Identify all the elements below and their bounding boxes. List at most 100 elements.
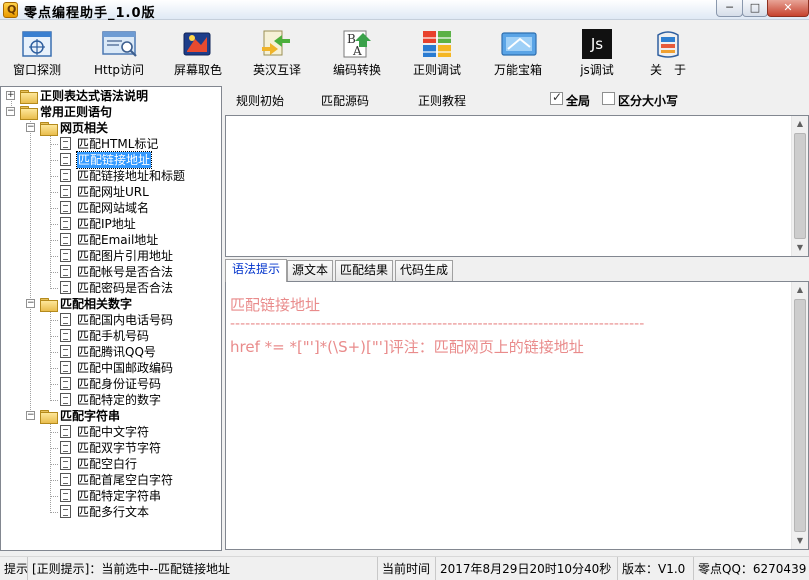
tree-group-strings[interactable]: − 匹配字符串	[25, 408, 221, 424]
tree-item-selected[interactable]: 匹配链接地址	[45, 151, 221, 169]
tree-item-label: 匹配密码是否合法	[77, 281, 174, 295]
tree-line	[50, 384, 58, 385]
document-icon	[60, 233, 71, 246]
tree-root-syntax[interactable]: + 正则表达式语法说明	[5, 88, 221, 104]
about-button[interactable]: 关 于	[640, 27, 696, 77]
document-icon	[60, 441, 71, 454]
tab-code-gen[interactable]: 代码生成	[395, 260, 453, 281]
tree-item[interactable]: 匹配腾讯QQ号	[45, 344, 221, 360]
tree-label: 匹配相关数字	[60, 297, 133, 311]
regex-input[interactable]: ▲ ▼	[225, 115, 809, 257]
collapse-toggle-icon[interactable]: −	[26, 411, 35, 420]
match-source-link[interactable]: 匹配源码	[321, 92, 369, 109]
maximize-button[interactable]: □	[742, 0, 768, 17]
tool-label: js调试	[580, 63, 614, 77]
http-access-button[interactable]: Http访问	[88, 27, 150, 77]
tree-item[interactable]: 匹配中国邮政编码	[45, 360, 221, 376]
tree-item-label: 匹配特定的数字	[77, 393, 162, 407]
output-scrollbar[interactable]: ▲ ▼	[791, 282, 808, 549]
scroll-up-icon[interactable]: ▲	[792, 116, 808, 132]
collapse-toggle-icon[interactable]: −	[26, 123, 35, 132]
tree-label: 匹配字符串	[60, 409, 121, 423]
global-checkbox[interactable]	[550, 90, 563, 105]
tree-line	[50, 288, 58, 289]
collapse-toggle-icon[interactable]: −	[26, 299, 35, 308]
toolbox-button[interactable]: 万能宝箱	[486, 27, 550, 77]
tree-root-common[interactable]: − 常用正则语句	[5, 104, 221, 120]
tree-item[interactable]: 匹配网站域名	[45, 200, 221, 216]
folder-icon	[20, 90, 38, 104]
window-probe-button[interactable]: 窗口探测	[6, 27, 68, 77]
tree-item[interactable]: 匹配多行文本	[45, 504, 221, 520]
hint-title: 匹配链接地址	[230, 296, 321, 314]
case-sensitive-checkbox[interactable]	[602, 92, 615, 105]
tree-line	[50, 464, 58, 465]
tree-item[interactable]: 匹配网址URL	[45, 184, 221, 200]
color-picker-button[interactable]: 屏幕取色	[168, 27, 228, 77]
document-icon	[60, 489, 71, 502]
tree-item-label: 匹配双字节字符	[77, 441, 162, 455]
tree-item[interactable]: 匹配Email地址	[45, 232, 221, 248]
rule-init-link[interactable]: 规则初始	[236, 92, 284, 109]
tree-label: 正则表达式语法说明	[40, 89, 149, 103]
expand-toggle-icon[interactable]: +	[6, 91, 15, 100]
close-button[interactable]: ✕	[767, 0, 809, 17]
minimize-button[interactable]: ─	[716, 0, 743, 17]
tree-item[interactable]: 匹配密码是否合法	[45, 280, 221, 296]
tree-item[interactable]: 匹配身份证号码	[45, 376, 221, 392]
tree-item[interactable]: 匹配特定的数字	[45, 392, 221, 408]
tree-label: 常用正则语句	[40, 105, 113, 119]
regex-debug-button[interactable]: 正则调试	[406, 27, 468, 77]
scroll-down-icon[interactable]: ▼	[792, 533, 808, 549]
tree-item[interactable]: 匹配双字节字符	[45, 440, 221, 456]
document-icon	[60, 393, 71, 406]
tree-line	[50, 400, 58, 401]
translate-button[interactable]: 英汉互译	[246, 27, 308, 77]
tab-match-result[interactable]: 匹配结果	[335, 260, 393, 281]
tab-source-text[interactable]: 源文本	[287, 260, 333, 281]
regex-tutorial-link[interactable]: 正则教程	[418, 92, 466, 109]
tree-group-web[interactable]: − 网页相关	[25, 120, 221, 136]
tree-item[interactable]: 匹配中文字符	[45, 424, 221, 440]
syntax-hint-panel[interactable]: 匹配链接地址 ---------------------------------…	[225, 281, 809, 550]
tree-line	[30, 115, 31, 416]
regex-debug-icon	[423, 31, 451, 57]
document-icon	[60, 249, 71, 262]
tree-line	[50, 496, 58, 497]
tree-item[interactable]: 匹配HTML标记	[45, 136, 221, 152]
encoding-convert-button[interactable]: B A 编码转换	[326, 27, 388, 77]
tree-line	[50, 432, 58, 433]
tab-syntax-hint[interactable]: 语法提示	[225, 259, 287, 282]
tree-item[interactable]: 匹配帐号是否合法	[45, 264, 221, 280]
collapse-toggle-icon[interactable]: −	[6, 107, 15, 116]
tree-item[interactable]: 匹配特定字符串	[45, 488, 221, 504]
tree-line	[50, 352, 58, 353]
input-scrollbar[interactable]: ▲ ▼	[791, 116, 808, 256]
tree-item[interactable]: 匹配图片引用地址	[45, 248, 221, 264]
tree-item[interactable]: 匹配国内电话号码	[45, 312, 221, 328]
scroll-thumb[interactable]	[794, 299, 806, 532]
scroll-up-icon[interactable]: ▲	[792, 282, 808, 298]
tree-item[interactable]: 匹配首尾空白字符	[45, 472, 221, 488]
tree-item[interactable]: 匹配IP地址	[45, 216, 221, 232]
tree-item-label: 匹配多行文本	[77, 505, 150, 519]
tree-line	[50, 192, 58, 193]
tree-item-label: 匹配空白行	[77, 457, 138, 471]
tree-item[interactable]: 匹配手机号码	[45, 328, 221, 344]
document-icon	[60, 153, 71, 166]
tree-item[interactable]: 匹配空白行	[45, 456, 221, 472]
scroll-thumb[interactable]	[794, 133, 806, 239]
tree-item-label: 匹配链接地址和标题	[77, 169, 186, 183]
document-icon	[60, 185, 71, 198]
document-icon	[60, 169, 71, 182]
tree-line	[50, 512, 58, 513]
regex-tree[interactable]: + 正则表达式语法说明 − 常用正则语句 − 网页相关 − 匹配相关数字 − 匹…	[0, 86, 222, 551]
tree-line	[50, 176, 58, 177]
js-debug-button[interactable]: Js js调试	[568, 27, 626, 77]
scroll-down-icon[interactable]: ▼	[792, 240, 808, 256]
folder-open-icon	[40, 410, 58, 424]
tree-line	[50, 320, 58, 321]
tree-item-label: 匹配Email地址	[77, 233, 159, 247]
tree-group-numbers[interactable]: − 匹配相关数字	[25, 296, 221, 312]
tree-item[interactable]: 匹配链接地址和标题	[45, 168, 221, 184]
